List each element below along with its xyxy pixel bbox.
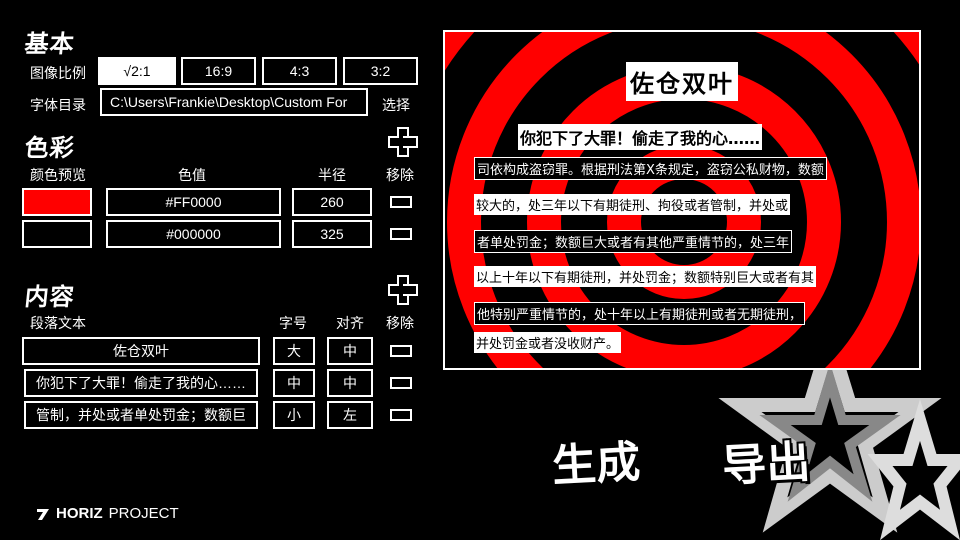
content-remove-toggle-2[interactable]	[390, 377, 412, 389]
preview-line-6: 他特别严重情节的，处十年以上有期徒刑或者无期徒刑，	[473, 302, 806, 325]
color-swatch-2[interactable]	[22, 220, 92, 248]
color-radius-header: 半径	[318, 168, 346, 184]
aspect-option-16-9[interactable]: 16:9	[181, 57, 256, 85]
color-remove-toggle-1[interactable]	[390, 196, 412, 208]
preview-line-4: 者单处罚金；数额巨大或者有其他严重情节的，处三年	[473, 230, 793, 253]
font-dir-label: 字体目录	[30, 98, 86, 114]
align-select-1[interactable]: 中	[327, 337, 373, 365]
aspect-label: 图像比例	[30, 66, 86, 82]
paragraph-text-input-3[interactable]: 管制，并处或者单处罚金；数额巨	[24, 401, 258, 429]
brand-logo-bold: HORIZ	[56, 505, 103, 522]
aspect-option-sqrt2[interactable]: √2:1	[98, 57, 176, 85]
preview-line-3: 较大的，处三年以下有期徒刑、拘役或者管制，并处或	[473, 194, 791, 215]
paragraph-text-input-2[interactable]: 你犯下了大罪！偷走了我的心……	[24, 369, 258, 397]
color-hex-input-1[interactable]: #FF0000	[106, 188, 281, 216]
preview-line-1: 你犯下了大罪！偷走了我的心……	[517, 124, 763, 150]
color-value-header: 色值	[178, 168, 206, 184]
preview-line-7: 并处罚金或者没收财产。	[473, 332, 622, 353]
section-title-basic: 基本	[23, 30, 77, 58]
content-remove-toggle-1[interactable]	[390, 345, 412, 357]
align-select-2[interactable]: 中	[327, 369, 373, 397]
paragraph-text-header: 段落文本	[30, 316, 86, 332]
brand-logo: HORIZ PROJECT	[36, 505, 179, 522]
brand-mark-icon	[37, 508, 49, 520]
color-preview-header: 颜色预览	[30, 168, 86, 184]
align-header: 对齐	[336, 316, 364, 332]
export-button[interactable]: 导出	[720, 426, 812, 495]
aspect-option-4-3[interactable]: 4:3	[262, 57, 337, 85]
preview-line-2: 司依构成盗窃罪。根据刑法第X条规定，盗窃公私财物，数额	[473, 157, 828, 180]
font-size-header: 字号	[279, 316, 307, 332]
content-remove-toggle-3[interactable]	[390, 409, 412, 421]
align-select-3[interactable]: 左	[327, 401, 373, 429]
color-swatch-1[interactable]	[22, 188, 92, 216]
color-remove-toggle-2[interactable]	[390, 228, 412, 240]
color-remove-header: 移除	[386, 168, 414, 184]
font-size-select-2[interactable]: 中	[273, 369, 315, 397]
color-radius-input-2[interactable]: 325	[292, 220, 372, 248]
add-paragraph-icon[interactable]	[388, 275, 418, 305]
color-radius-input-1[interactable]: 260	[292, 188, 372, 216]
preview-line-5: 以上十年以下有期徒刑，并处罚金；数额特别巨大或者有其	[473, 266, 817, 287]
font-dir-input[interactable]: C:\Users\Frankie\Desktop\Custom For	[100, 88, 368, 116]
brand-logo-rest: PROJECT	[108, 505, 179, 522]
color-hex-input-2[interactable]: #000000	[106, 220, 281, 248]
paragraph-text-input-1[interactable]: 佐仓双叶	[22, 337, 260, 365]
section-title-content: 内容	[23, 283, 77, 311]
preview-title: 佐仓双叶	[445, 62, 919, 101]
aspect-option-3-2[interactable]: 3:2	[343, 57, 418, 85]
generate-button[interactable]: 生成	[550, 426, 642, 495]
add-color-icon[interactable]	[388, 127, 418, 157]
preview-canvas: 佐仓双叶 你犯下了大罪！偷走了我的心…… 司依构成盗窃罪。根据刑法第X条规定，盗…	[443, 30, 921, 370]
content-remove-header: 移除	[386, 316, 414, 332]
section-title-colors: 色彩	[23, 134, 77, 162]
font-dir-select-button[interactable]: 选择	[382, 95, 410, 115]
font-size-select-3[interactable]: 小	[273, 401, 315, 429]
font-size-select-1[interactable]: 大	[273, 337, 315, 365]
preview-title-text: 佐仓双叶	[626, 62, 738, 101]
